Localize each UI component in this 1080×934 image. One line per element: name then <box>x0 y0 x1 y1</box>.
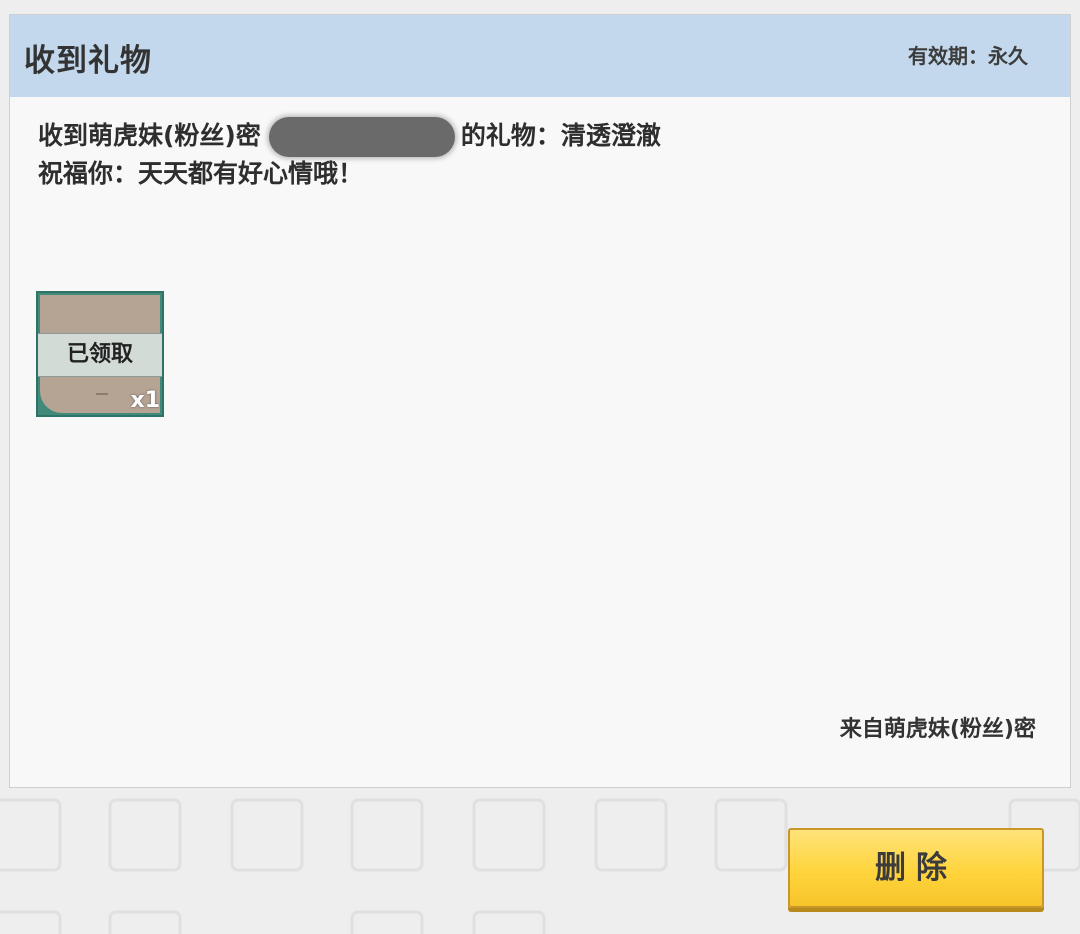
message-prefix: 收到萌虎妹(粉丝)密 <box>38 121 261 150</box>
gift-quantity: x1 <box>130 388 161 413</box>
message-line-1: 收到萌虎妹(粉丝)密 的礼物：清透澄澈 <box>38 117 661 157</box>
card-header: 收到礼物 有效期：永久 <box>10 15 1070 97</box>
blessing-text: 祝福你：天天都有好心情哦！ <box>38 159 364 188</box>
redacted-sender-id <box>268 117 455 157</box>
gift-message: 收到萌虎妹(粉丝)密 的礼物：清透澄澈 祝福你：天天都有好心情哦！ <box>38 117 661 191</box>
gift-message-card: 收到礼物 有效期：永久 收到萌虎妹(粉丝)密 的礼物：清透澄澈 祝福你：天天都有好… <box>9 14 1071 788</box>
validity-label: 有效期：永久 <box>908 44 1028 68</box>
dialog-title: 收到礼物 <box>24 43 152 79</box>
message-suffix: 的礼物：清透澄澈 <box>460 121 661 150</box>
gift-item-icon[interactable]: 已领取 x1 <box>36 291 164 417</box>
claimed-badge: 已领取 <box>38 333 162 377</box>
delete-button[interactable]: 删除 <box>788 828 1044 908</box>
sender-signature: 来自萌虎妹(粉丝)密 <box>839 717 1036 742</box>
